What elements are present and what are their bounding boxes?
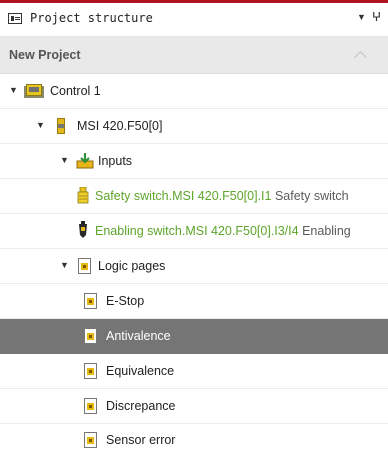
tree-item-logic-page[interactable]: Discrepance: [0, 389, 388, 424]
panel-title: Project structure: [30, 11, 153, 25]
logic-pages-icon: [78, 258, 91, 274]
pin-icon[interactable]: ⵖ: [372, 10, 381, 24]
tree-item-label: Control 1: [50, 84, 101, 98]
input-signal-name: Safety switch.MSI 420.F50[0].I1: [95, 189, 272, 203]
input-signal-description: Safety switch: [274, 189, 349, 203]
tree-item-label: Logic pages: [98, 259, 166, 273]
tree-item-logic-page[interactable]: E-Stop: [0, 284, 388, 319]
tree-item-label: MSI 420.F50[0]: [77, 119, 163, 133]
tree-item-label: Antivalence: [106, 329, 171, 343]
expand-arrow-icon[interactable]: ▼: [9, 85, 18, 95]
input-signal-name: Enabling switch.MSI 420.F50[0].I3/I4: [95, 224, 299, 238]
tree-item-label: Discrepance: [106, 399, 176, 413]
inputs-icon: [76, 153, 94, 169]
tree-item-label: Sensor error: [106, 433, 176, 447]
project-structure-icon: [8, 13, 22, 24]
expand-arrow-icon[interactable]: ▼: [60, 260, 69, 270]
logic-page-icon: [84, 293, 97, 309]
safety-switch-icon: [77, 187, 89, 204]
collapse-chevron-icon[interactable]: [354, 51, 367, 64]
logic-page-icon: [84, 328, 97, 344]
project-section-header[interactable]: New Project: [0, 37, 388, 74]
tree-item-module[interactable]: ▼ MSI 420.F50[0]: [0, 109, 388, 144]
tree-item-logic-page[interactable]: Sensor error: [0, 424, 388, 458]
tree-item-label: Inputs: [98, 154, 133, 168]
input-signal-text: Enabling switch.MSI 420.F50[0].I3/I4 Ena…: [95, 224, 351, 238]
tree-item-logic-page[interactable]: Equivalence: [0, 354, 388, 389]
control-icon: [24, 83, 44, 99]
tree-item-inputs[interactable]: ▼ Inputs: [0, 144, 388, 179]
logic-page-icon: [84, 398, 97, 414]
tree-item-label: E-Stop: [106, 294, 145, 308]
tree-item-input-signal[interactable]: Enabling switch.MSI 420.F50[0].I3/I4 Ena…: [0, 214, 388, 249]
expand-arrow-icon[interactable]: ▼: [36, 120, 45, 130]
project-name: New Project: [9, 48, 81, 62]
panel-title-bar: Project structure ▼ ⵖ: [0, 3, 388, 37]
expand-arrow-icon[interactable]: ▼: [60, 155, 69, 165]
tree-item-label: Equivalence: [106, 364, 175, 378]
input-signal-description: Enabling: [302, 224, 351, 238]
input-signal-text: Safety switch.MSI 420.F50[0].I1 Safety s…: [95, 189, 349, 203]
logic-page-icon: [84, 363, 97, 379]
tree-item-logic-pages[interactable]: ▼ Logic pages: [0, 249, 388, 284]
tree-item-logic-page-selected[interactable]: Antivalence: [0, 319, 388, 354]
tree-item-input-signal[interactable]: Safety switch.MSI 420.F50[0].I1 Safety s…: [0, 179, 388, 214]
enabling-switch-icon: [79, 221, 87, 238]
panel-menu-dropdown-icon[interactable]: ▼: [357, 12, 366, 22]
logic-page-icon: [84, 432, 97, 448]
tree-item-control[interactable]: ▼ Control 1: [0, 74, 388, 109]
module-icon: [57, 118, 65, 134]
